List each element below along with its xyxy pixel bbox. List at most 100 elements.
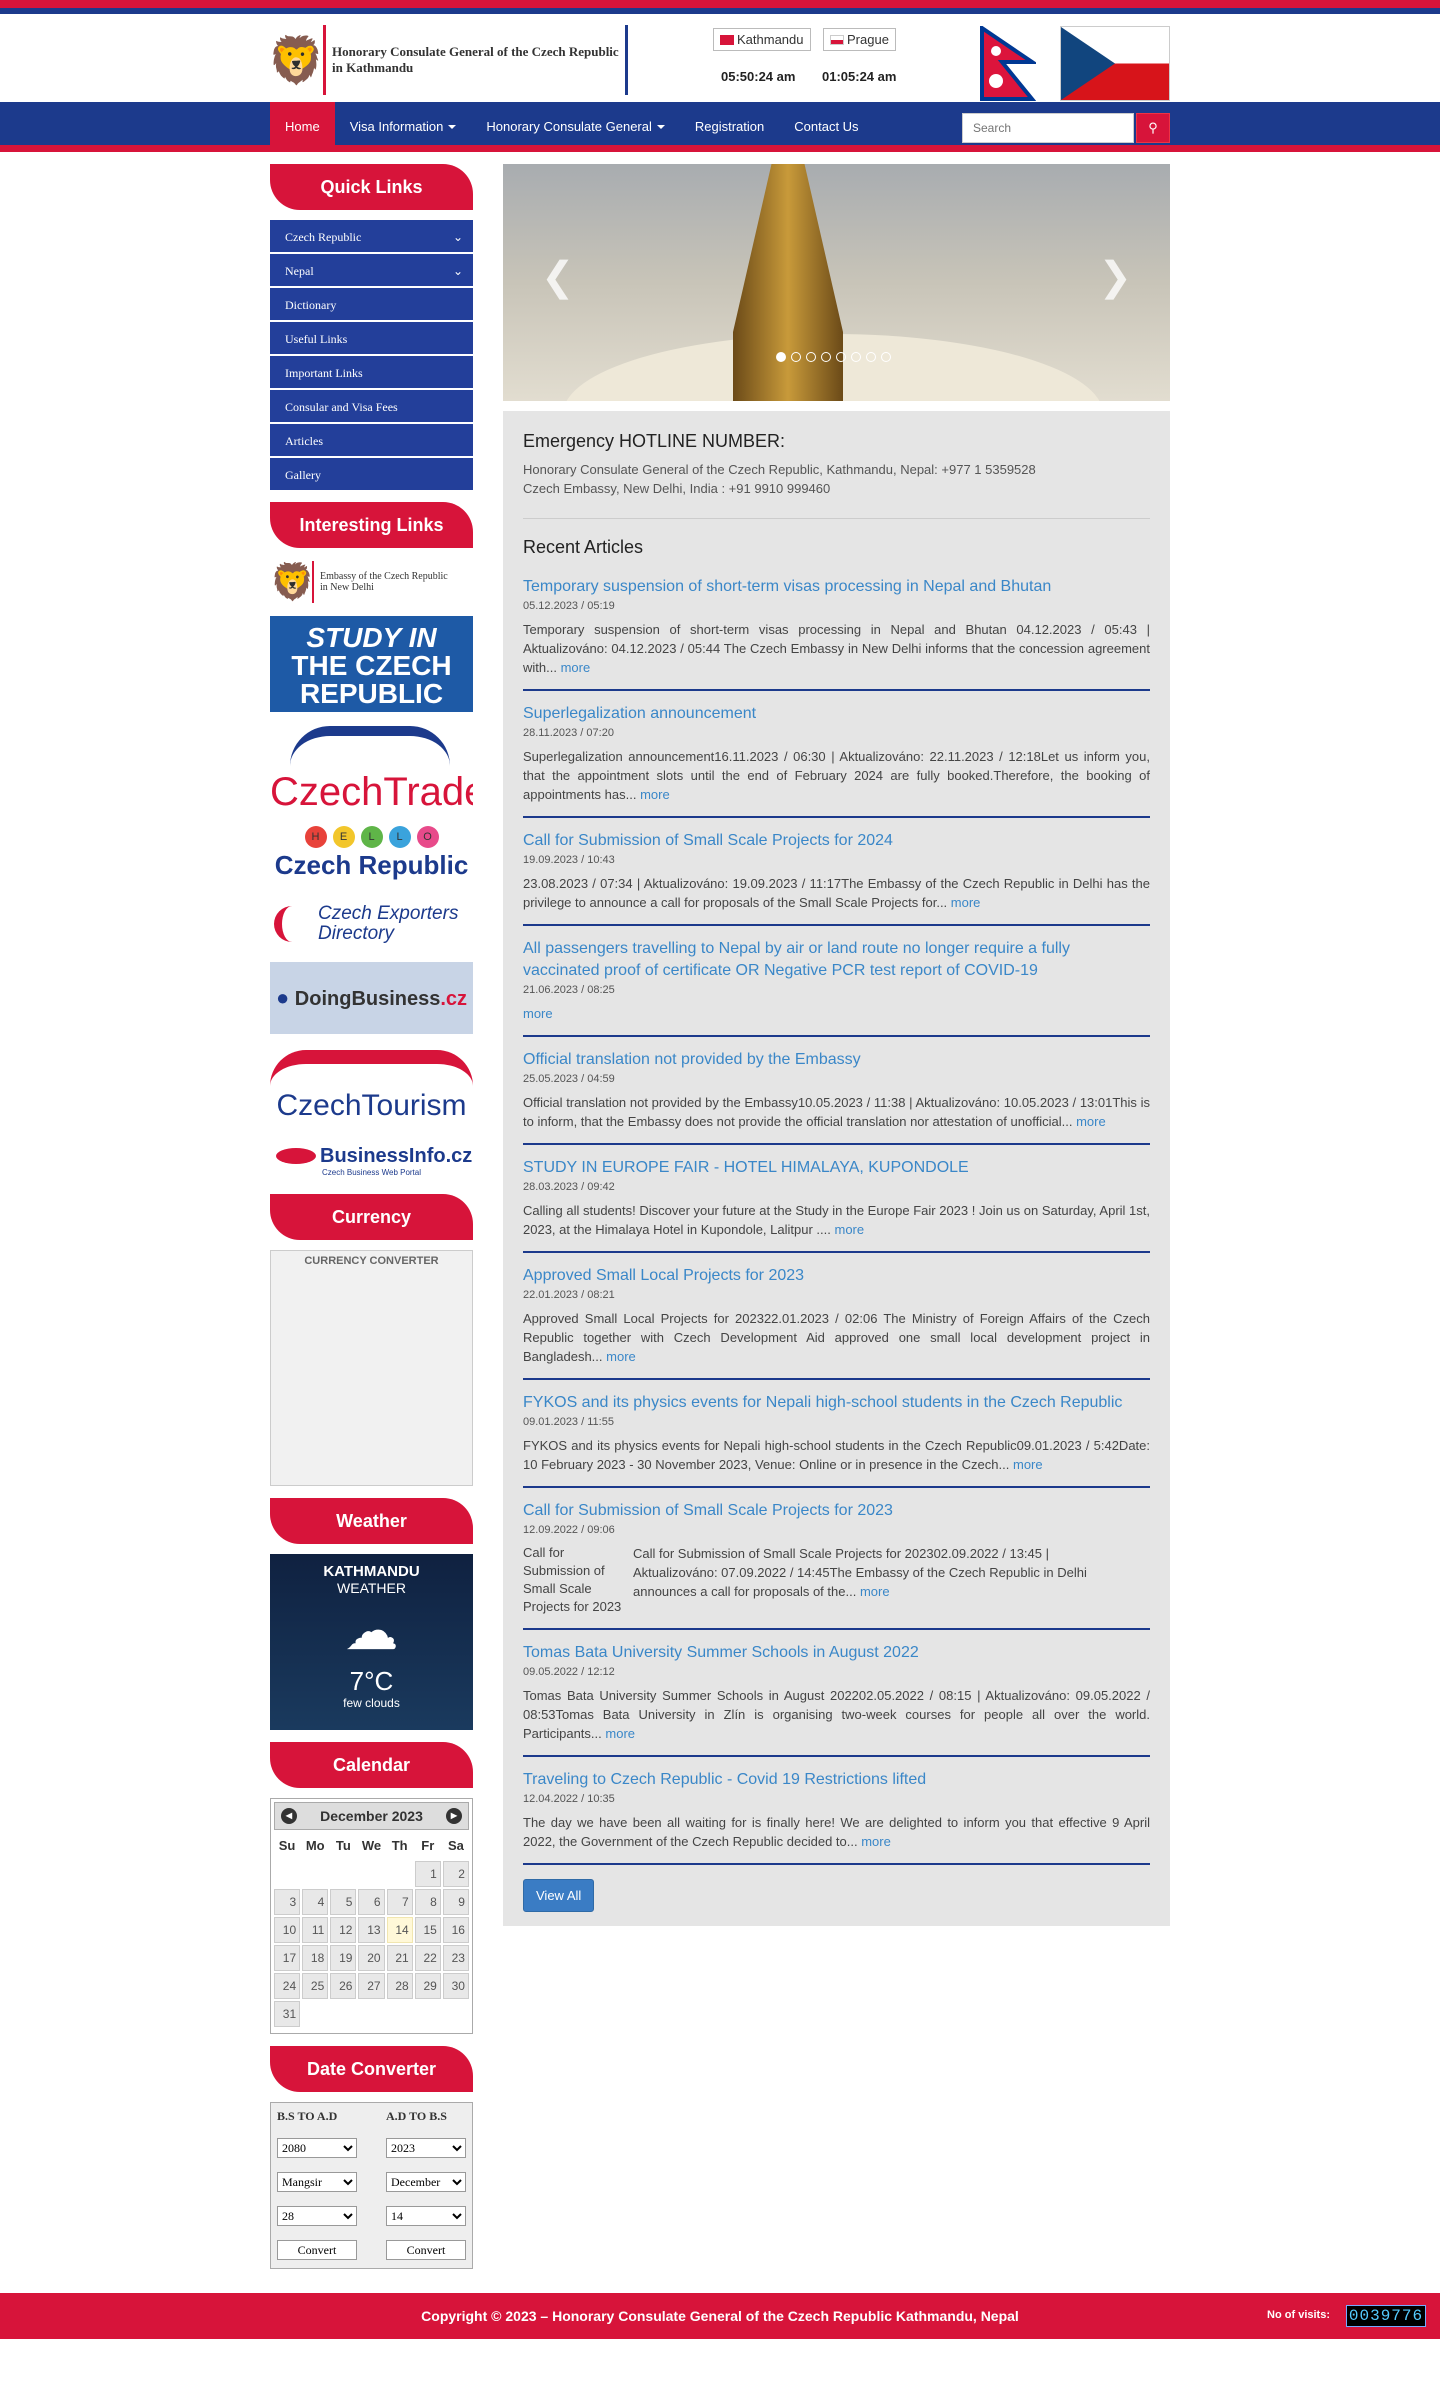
quick-link-nepal[interactable]: Nepal ⌄ [270,254,473,288]
more-link[interactable]: more [561,660,591,675]
carousel-dot[interactable] [791,352,801,362]
carousel-prev-icon[interactable]: ❮ [541,254,575,300]
calendar-day[interactable]: 30 [442,1973,469,1999]
czechtourism-banner[interactable]: CzechTourism [270,1044,473,1128]
czechtrade-banner[interactable]: CzechTrade [270,722,473,814]
calendar-day[interactable]: 28 [386,1973,413,1999]
doingbusiness-banner[interactable]: ● DoingBusiness.cz [270,962,473,1034]
site-logo[interactable]: 🦁 Honorary Consulate General of the Czec… [268,24,628,96]
more-link[interactable]: more [860,1584,890,1599]
quick-link-important-links[interactable]: Important Links [270,356,473,390]
carousel-dot[interactable] [851,352,861,362]
quick-link-czech-republic[interactable]: Czech Republic ⌄ [270,220,473,254]
embassy-new-delhi-banner[interactable]: 🦁 Embassy of the Czech Republic in New De… [270,558,473,606]
bs-day-select[interactable]: 28 [277,2206,357,2226]
quick-link-dictionary[interactable]: Dictionary [270,288,473,322]
calendar-day[interactable]: 13 [358,1917,385,1943]
image-carousel[interactable]: ❮ ❯ [503,164,1170,401]
article-image[interactable]: Call for Submission of Small Scale Proje… [523,1544,623,1616]
more-link[interactable]: more [1013,1457,1043,1472]
quick-link-articles[interactable]: Articles [270,424,473,458]
calendar-day[interactable]: 18 [302,1945,329,1971]
calendar-day[interactable]: 22 [414,1945,441,1971]
calendar-day[interactable]: 6 [358,1889,385,1915]
carousel-dot[interactable] [836,352,846,362]
convert-bs-to-ad-button[interactable]: Convert [277,2240,357,2260]
calendar-day[interactable]: 19 [330,1945,357,1971]
ad-month-select[interactable]: December [386,2172,466,2192]
carousel-dot[interactable] [881,352,891,362]
article-title[interactable]: Call for Submission of Small Scale Proje… [523,1500,1150,1522]
calendar-day[interactable]: 17 [274,1945,301,1971]
calendar-day[interactable]: 20 [358,1945,385,1971]
article-title[interactable]: Official translation not provided by the… [523,1049,1150,1071]
search-button[interactable]: ⚲ [1136,113,1170,143]
calendar-day[interactable]: 8 [414,1889,441,1915]
calendar-day[interactable]: 24 [274,1973,301,1999]
article-title[interactable]: Traveling to Czech Republic - Covid 19 R… [523,1769,1150,1791]
more-link[interactable]: more [861,1834,891,1849]
more-link[interactable]: more [523,1006,553,1021]
calendar-day[interactable]: 5 [330,1889,357,1915]
study-in-czech-banner[interactable]: STUDY IN THE CZECH REPUBLIC [270,616,473,712]
nav-honorary-consulate[interactable]: Honorary Consulate General [471,102,679,152]
calendar-day[interactable]: 21 [386,1945,413,1971]
calendar-day[interactable]: 4 [302,1889,329,1915]
more-link[interactable]: more [951,895,981,910]
article-title[interactable]: STUDY IN EUROPE FAIR - HOTEL HIMALAYA, K… [523,1157,1150,1179]
prev-month-icon[interactable]: ◀ [281,1808,297,1824]
ad-year-select[interactable]: 2023 [386,2138,466,2158]
calendar-day[interactable]: 2 [442,1861,469,1887]
article-title[interactable]: Temporary suspension of short-term visas… [523,576,1150,598]
article-title[interactable]: FYKOS and its physics events for Nepali … [523,1392,1150,1414]
calendar-day[interactable]: 12 [330,1917,357,1943]
article-title[interactable]: All passengers travelling to Nepal by ai… [523,938,1150,982]
article-title[interactable]: Approved Small Local Projects for 2023 [523,1265,1150,1287]
convert-ad-to-bs-button[interactable]: Convert [386,2240,466,2260]
search-input[interactable] [962,113,1134,143]
calendar-day[interactable]: 10 [274,1917,301,1943]
quick-link-consular-fees[interactable]: Consular and Visa Fees [270,390,473,424]
more-link[interactable]: more [1076,1114,1106,1129]
calendar-day[interactable]: 31 [274,2001,301,2027]
more-link[interactable]: more [640,787,670,802]
article-title[interactable]: Call for Submission of Small Scale Proje… [523,830,1150,852]
currency-converter-widget[interactable]: CURRENCY CONVERTER [270,1250,473,1486]
calendar-day[interactable]: 26 [330,1973,357,1999]
article-title[interactable]: Superlegalization announcement [523,703,1150,725]
next-month-icon[interactable]: ▶ [446,1808,462,1824]
carousel-dot[interactable] [866,352,876,362]
businessinfo-banner[interactable]: BusinessInfo.cz Czech Business Web Porta… [270,1138,473,1184]
calendar-day[interactable]: 29 [414,1973,441,1999]
more-link[interactable]: more [605,1726,635,1741]
nav-home[interactable]: Home [270,102,335,152]
calendar-day[interactable]: 23 [442,1945,469,1971]
carousel-dot[interactable] [806,352,816,362]
bs-month-select[interactable]: Mangsir [277,2172,357,2192]
nav-visa-information[interactable]: Visa Information [335,102,472,152]
nav-registration[interactable]: Registration [680,102,779,152]
nav-contact-us[interactable]: Contact Us [779,102,873,152]
more-link[interactable]: more [834,1222,864,1237]
more-link[interactable]: more [606,1349,636,1364]
ad-day-select[interactable]: 14 [386,2206,466,2226]
article-title[interactable]: Tomas Bata University Summer Schools in … [523,1642,1150,1664]
carousel-dot[interactable] [776,352,786,362]
calendar-day[interactable]: 27 [358,1973,385,1999]
calendar-day-today[interactable]: 14 [386,1917,413,1943]
calendar-day[interactable]: 9 [442,1889,469,1915]
calendar-day[interactable]: 7 [386,1889,413,1915]
bs-year-select[interactable]: 2080 [277,2138,357,2158]
quick-link-gallery[interactable]: Gallery [270,458,473,492]
calendar-day[interactable]: 11 [302,1917,329,1943]
calendar-day[interactable]: 25 [302,1973,329,1999]
calendar-day[interactable]: 16 [442,1917,469,1943]
calendar-day[interactable]: 1 [414,1861,441,1887]
calendar-day[interactable]: 15 [414,1917,441,1943]
czech-exporters-banner[interactable]: Czech Exporters Directory [270,896,473,952]
view-all-button[interactable]: View All [523,1879,595,1912]
quick-link-useful-links[interactable]: Useful Links [270,322,473,356]
hello-czech-republic-banner[interactable]: HELLO Czech Republic [270,824,473,886]
carousel-next-icon[interactable]: ❯ [1098,254,1132,300]
calendar-day[interactable]: 3 [274,1889,301,1915]
